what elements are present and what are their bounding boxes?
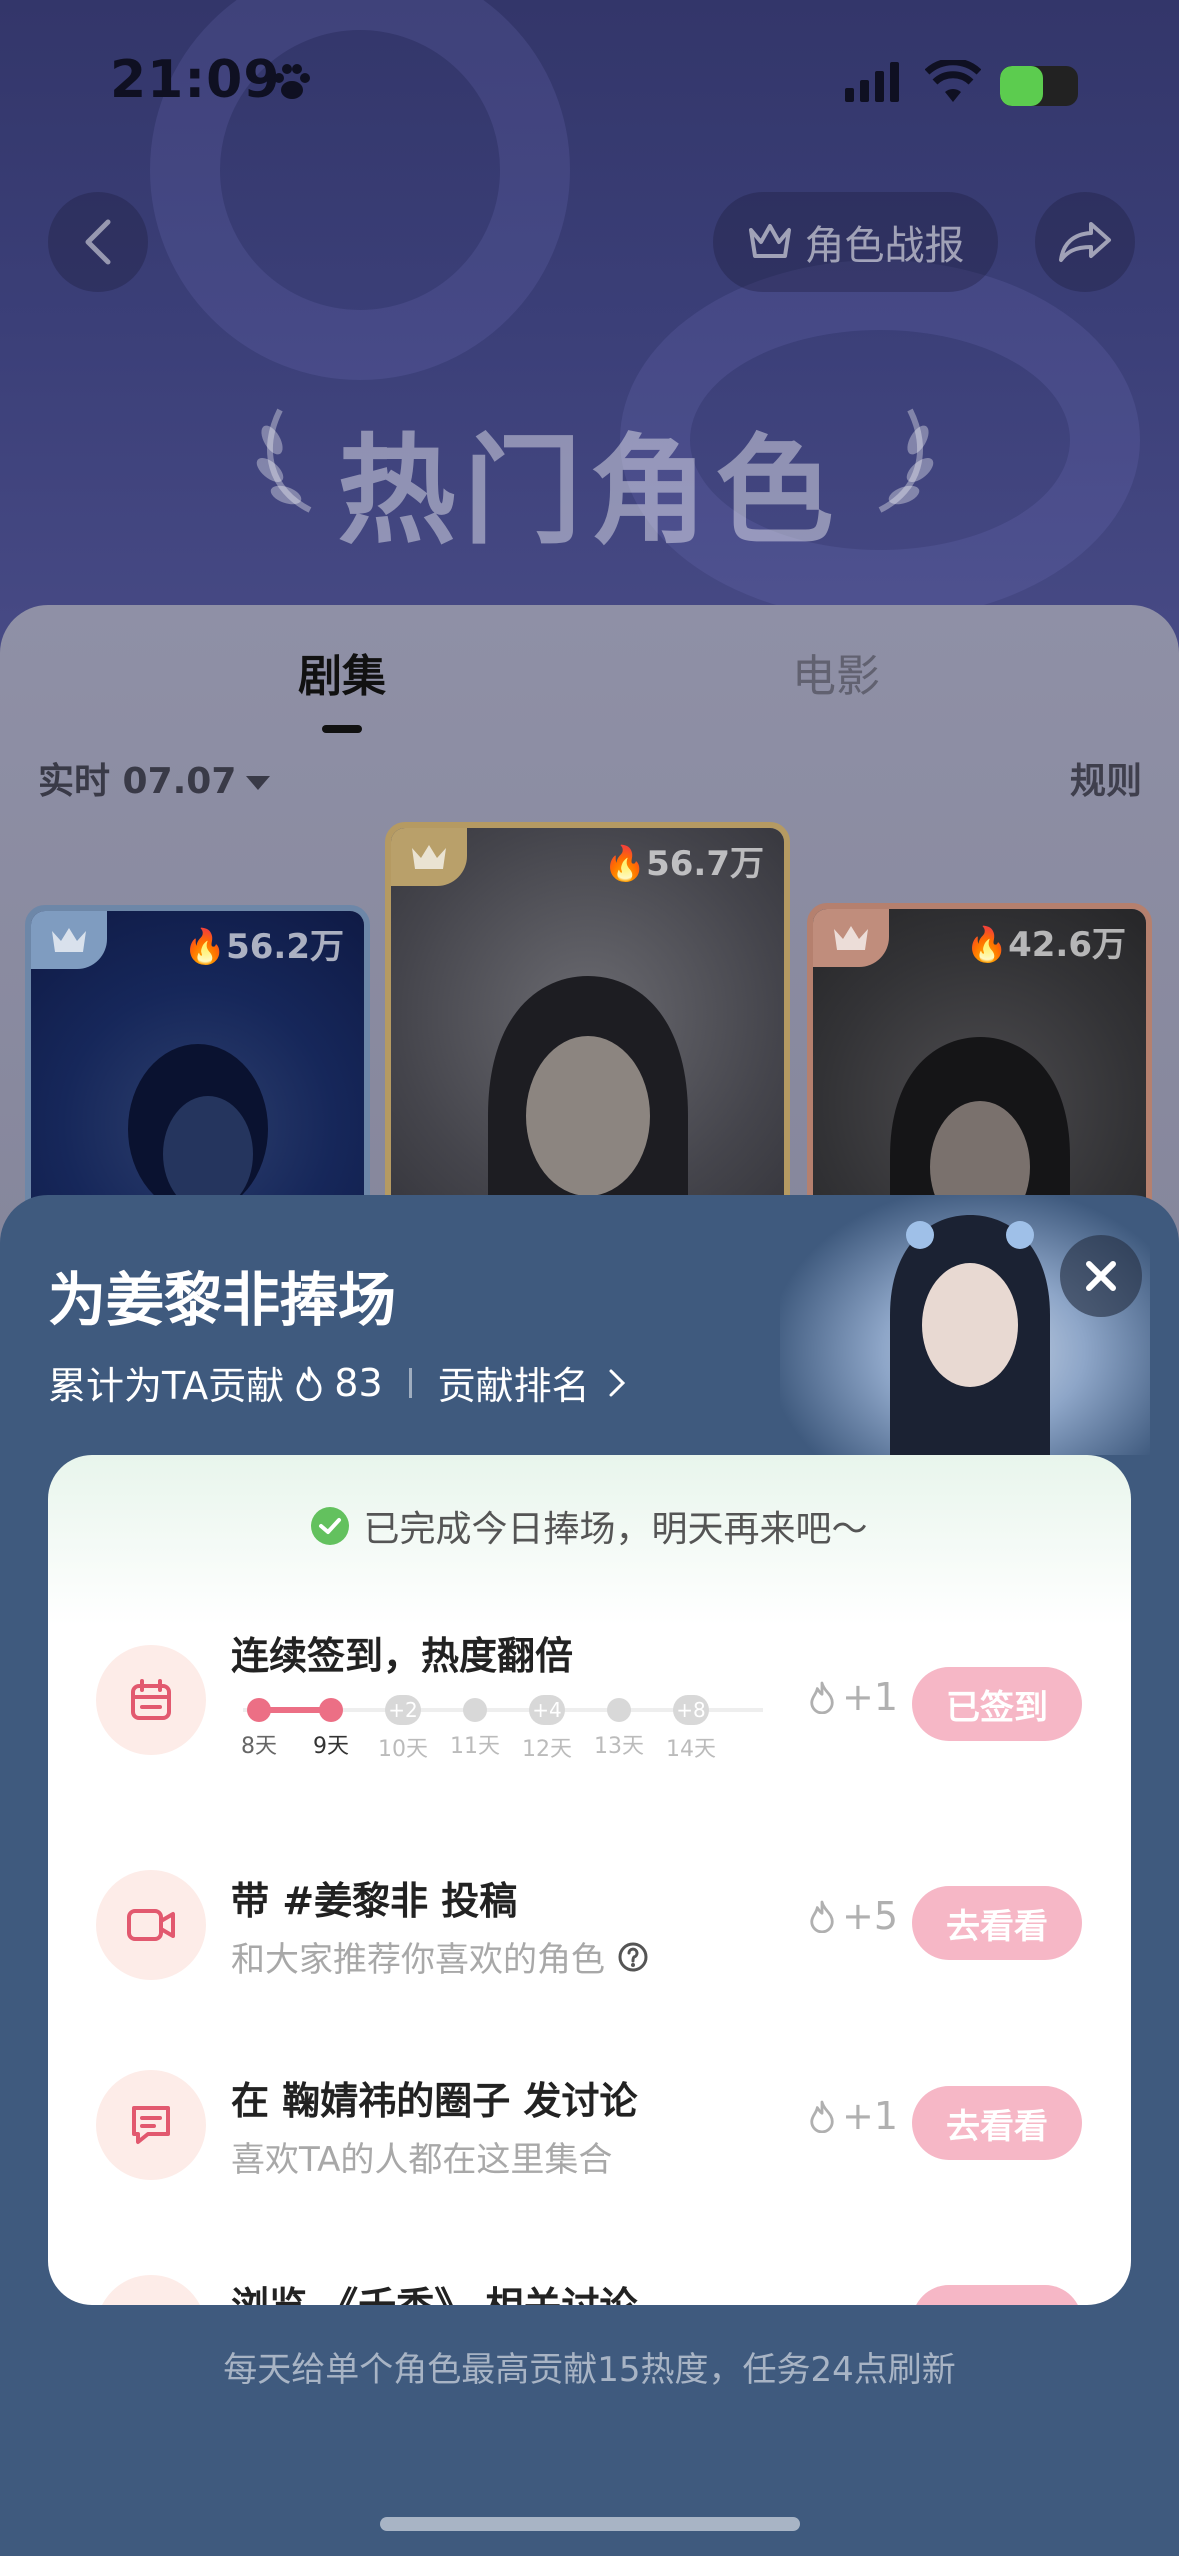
go-see-button[interactable]: 去看看 <box>912 1886 1082 1960</box>
sheet-title: 为姜黎非捧场 <box>48 1266 397 1334</box>
day-point: +4 12天 <box>511 1695 583 1763</box>
checkin-progress: 8天 9天 +2 10天 11天 +4 12天 13天 +8 14天 <box>223 1695 793 1775</box>
crown-icon <box>391 828 467 886</box>
status-time: 21:09 <box>110 50 281 110</box>
task-description: 和大家推荐你喜欢的角色 <box>231 1932 649 1981</box>
chat-icon <box>96 2070 206 2180</box>
crown-icon <box>31 911 107 969</box>
help-icon[interactable] <box>617 1941 649 1973</box>
flame-icon: 🔥 <box>183 927 227 967</box>
flame-icon: 🔥 <box>965 925 1009 965</box>
date-filter-label: 实时 07.07 <box>38 761 237 802</box>
check-icon <box>311 1507 350 1545</box>
go-see-button[interactable] <box>912 2285 1082 2305</box>
task-title: 连续签到，热度翻倍 <box>231 1634 574 1678</box>
divider <box>408 1367 412 1398</box>
flame-icon <box>296 1366 322 1401</box>
tab-movie[interactable]: 电影 <box>792 640 880 704</box>
crown-icon <box>748 224 791 258</box>
category-tabs: 剧集 电影 <box>0 605 1179 735</box>
flame-icon <box>810 1681 834 1714</box>
status-bar: 21:09 <box>0 0 1179 170</box>
calendar-icon <box>96 1645 206 1755</box>
character-portrait <box>780 1195 1150 1455</box>
wifi-icon <box>924 58 982 108</box>
caret-down-icon <box>246 776 271 790</box>
date-filter[interactable]: 实时 07.07 <box>38 752 271 804</box>
contribution-summary: 累计为TA贡献 83 贡献排名 <box>48 1355 626 1410</box>
crown-icon <box>813 909 889 967</box>
laurel-icon <box>860 400 940 524</box>
flame-icon: 🔥 <box>603 844 647 884</box>
battery-icon <box>1000 66 1078 106</box>
task-title: 浏览 《千香》 相关讨论 <box>231 2275 637 2305</box>
role-report-button[interactable]: 角色战报 <box>713 192 998 292</box>
close-icon <box>1086 1261 1116 1291</box>
day-point: 11天 <box>439 1695 511 1760</box>
checked-in-button[interactable]: 已签到 <box>912 1667 1082 1741</box>
task-icon <box>96 2275 206 2305</box>
heat-value: 🔥56.2万 <box>183 927 344 967</box>
role-report-label: 角色战报 <box>804 223 965 269</box>
completion-tip-text: 已完成今日捧场，明天再来吧～ <box>363 1509 868 1550</box>
support-sheet: 为姜黎非捧场 累计为TA贡献 83 贡献排名 已完成今日捧场，明天再来吧～ 连续… <box>0 1195 1179 2556</box>
share-icon <box>1059 222 1111 262</box>
task-title: 在 鞠婧祎的圈子 发讨论 <box>231 2079 638 2123</box>
day-point: +2 10天 <box>367 1695 439 1763</box>
rules-link[interactable]: 规则 <box>1070 752 1142 804</box>
paw-icon <box>270 60 314 106</box>
flame-icon <box>810 1900 834 1933</box>
chevron-right-icon <box>609 1369 625 1396</box>
day-point: 13天 <box>583 1695 655 1760</box>
task-card: 已完成今日捧场，明天再来吧～ 连续签到，热度翻倍 8天 9天 +2 10天 11天… <box>48 1455 1131 2305</box>
close-button[interactable] <box>1060 1235 1142 1317</box>
day-point: 9天 <box>295 1695 367 1760</box>
tab-indicator <box>322 725 362 733</box>
ranking-link[interactable]: 贡献排名 <box>438 1355 590 1410</box>
background-page: 21:09 角色战报 热门角色 剧集 电影 实时 07.07 规则 🔥56.2万… <box>0 0 1179 1300</box>
home-indicator <box>380 2517 800 2531</box>
hero-title: 热门角色 <box>337 422 842 560</box>
contribution-value: 83 <box>334 1360 383 1405</box>
signal-icon <box>845 62 905 106</box>
day-point: +8 14天 <box>655 1695 727 1763</box>
heat-value: 🔥42.6万 <box>965 925 1126 965</box>
back-icon <box>85 219 111 265</box>
day-point: 8天 <box>223 1695 295 1760</box>
task-reward: +1 <box>808 1675 898 1719</box>
task-description: 喜欢TA的人都在这里集合 <box>231 2140 613 2180</box>
go-see-button[interactable]: 去看看 <box>912 2086 1082 2160</box>
video-icon <box>96 1870 206 1980</box>
tab-drama[interactable]: 剧集 <box>298 640 386 704</box>
share-button[interactable] <box>1035 192 1135 292</box>
completion-tip: 已完成今日捧场，明天再来吧～ <box>48 1500 1131 1552</box>
contribution-prefix: 累计为TA贡献 <box>48 1364 285 1408</box>
task-title: 带 #姜黎非 投稿 <box>231 1879 518 1923</box>
task-reward: +5 <box>808 1894 898 1938</box>
back-button[interactable] <box>48 192 148 292</box>
task-reward: +1 <box>808 2094 898 2138</box>
flame-icon <box>810 2100 834 2133</box>
footer-note: 每天给单个角色最高贡献15热度，任务24点刷新 <box>223 2350 956 2390</box>
heat-value: 🔥56.7万 <box>603 844 764 884</box>
